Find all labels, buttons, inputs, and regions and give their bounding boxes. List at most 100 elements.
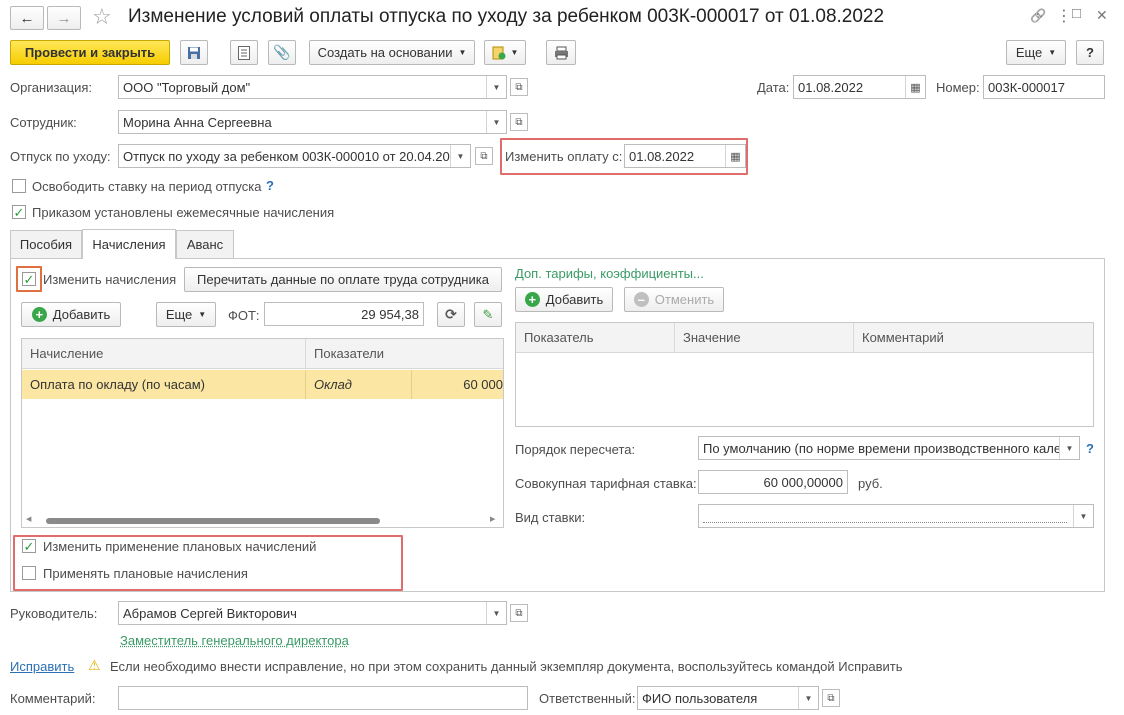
accruals-table-header: Начисление Показатели	[22, 339, 503, 369]
accruals-table: Начисление Показатели Оплата по окладу (…	[21, 338, 504, 528]
refresh-fot-button[interactable]: ⟳	[437, 302, 465, 327]
total-rate-label: Совокупная тарифная ставка:	[515, 476, 697, 491]
forward-icon: →	[56, 9, 72, 27]
row-indicator-cell: Оклад	[306, 370, 412, 399]
print-button[interactable]	[546, 40, 576, 65]
calendar-icon[interactable]: ▦	[725, 145, 745, 167]
horizontal-scrollbar[interactable]: ◀ ▶	[22, 515, 503, 527]
scrollbar-thumb[interactable]	[46, 518, 380, 524]
leave-value: Отпуск по уходу за ребенком 003К-000010 …	[123, 148, 450, 164]
open-organization-button[interactable]: ⧉	[510, 78, 528, 96]
save-button[interactable]	[180, 40, 208, 65]
change-accruals-checkbox[interactable]: ✓	[22, 272, 36, 286]
col-indicator-header[interactable]: Показатель	[516, 323, 675, 352]
document-add-icon	[492, 46, 506, 59]
chevron-down-icon[interactable]: ▼	[1073, 505, 1093, 527]
tab-advance[interactable]: Аванс	[176, 230, 234, 258]
list-button[interactable]	[230, 40, 258, 65]
add-tariff-label: Добавить	[545, 292, 604, 307]
scroll-right-icon[interactable]: ▶	[490, 515, 495, 523]
open-manager-button[interactable]: ⧉	[510, 604, 528, 622]
page-title: Изменение условий оплаты отпуска по уход…	[128, 6, 885, 27]
open-responsible-button[interactable]: ⧉	[822, 689, 840, 707]
chevron-down-icon[interactable]: ▼	[486, 111, 506, 133]
col-indicators-header[interactable]: Показатели	[306, 339, 503, 368]
monthly-accruals-checkbox[interactable]: ✓	[12, 205, 26, 219]
forward-button[interactable]: →	[47, 6, 81, 30]
responsible-field[interactable]: ФИО пользователя ▼	[637, 686, 819, 710]
attach-button[interactable]: 📎	[268, 40, 296, 65]
favorite-star-icon[interactable]: ☆	[92, 4, 112, 30]
employee-label: Сотрудник:	[10, 115, 77, 130]
open-employee-button[interactable]: ⧉	[510, 113, 528, 131]
free-rate-help-icon[interactable]: ?	[266, 178, 274, 193]
table-row[interactable]: Оплата по окладу (по часам) Оклад 60 000	[22, 370, 503, 399]
link-icon[interactable]: 🔗	[1030, 8, 1046, 24]
number-field[interactable]: 003К-000017	[983, 75, 1105, 99]
fot-value: 29 954,38	[361, 306, 419, 322]
open-icon: ⧉	[827, 692, 835, 704]
free-rate-checkbox[interactable]	[12, 179, 26, 193]
col-accrual-header[interactable]: Начисление	[22, 339, 306, 368]
rub-label: руб.	[858, 476, 883, 491]
change-pay-date-field[interactable]: 01.08.2022 ▦	[624, 144, 746, 168]
number-label: Номер:	[936, 80, 980, 95]
help-button[interactable]: ?	[1076, 40, 1104, 65]
reread-payroll-button[interactable]: Перечитать данные по оплате труда сотруд…	[184, 267, 502, 292]
post-and-close-button[interactable]: Провести и закрыть	[10, 40, 170, 65]
edit-fot-button[interactable]: ✎	[474, 302, 502, 327]
row-accrual-cell: Оплата по окладу (по часам)	[22, 370, 306, 399]
date-field[interactable]: 01.08.2022 ▦	[793, 75, 926, 99]
calendar-icon[interactable]: ▦	[905, 76, 925, 98]
chevron-down-icon[interactable]: ▼	[450, 145, 470, 167]
rate-type-label: Вид ставки:	[515, 510, 586, 525]
add-tariff-button[interactable]: + Добавить	[515, 287, 613, 312]
accruals-more-button[interactable]: Еще ▼	[156, 302, 216, 327]
open-icon: ⧉	[515, 81, 523, 93]
recalc-help-icon[interactable]: ?	[1086, 441, 1094, 456]
manager-field[interactable]: Абрамов Сергей Викторович ▼	[118, 601, 507, 625]
recalc-order-field[interactable]: По умолчанию (по норме времени производс…	[698, 436, 1080, 460]
cancel-tariff-label: Отменить	[654, 292, 715, 307]
more-icon[interactable]: ⋮	[1056, 6, 1072, 26]
chevron-down-icon[interactable]: ▼	[1059, 437, 1079, 459]
leave-field[interactable]: Отпуск по уходу за ребенком 003К-000010 …	[118, 144, 471, 168]
back-icon: ←	[19, 9, 35, 27]
apply-plan-accruals-checkbox[interactable]	[22, 566, 36, 580]
tab-accruals[interactable]: Начисления	[82, 229, 176, 259]
organization-field[interactable]: ООО "Торговый дом" ▼	[118, 75, 507, 99]
comment-field[interactable]	[118, 686, 528, 710]
fix-link[interactable]: Исправить	[10, 659, 74, 674]
manager-value: Абрамов Сергей Викторович	[123, 605, 297, 621]
add-accrual-button[interactable]: + Добавить	[21, 302, 121, 327]
fill-button[interactable]: ▼	[484, 40, 526, 65]
scroll-left-icon[interactable]: ◀	[26, 515, 31, 523]
col-comment-header[interactable]: Комментарий	[854, 323, 1093, 352]
cancel-tariff-button[interactable]: – Отменить	[624, 287, 724, 312]
total-rate-field[interactable]: 60 000,00000	[698, 470, 848, 494]
add-icon: +	[524, 292, 540, 307]
change-plan-accruals-checkbox[interactable]: ✓	[22, 539, 36, 553]
extra-tariffs-link[interactable]: Доп. тарифы, коэффициенты...	[515, 266, 704, 281]
monthly-accruals-label: Приказом установлены ежемесячные начисле…	[32, 205, 335, 220]
warning-icon: ⚠	[88, 657, 101, 673]
restore-icon[interactable]: □	[1072, 5, 1081, 22]
more-button[interactable]: Еще ▼	[1006, 40, 1066, 65]
col-value-header[interactable]: Значение	[675, 323, 854, 352]
tab-active-gap	[83, 257, 175, 260]
tab-benefits[interactable]: Пособия	[10, 230, 82, 258]
chevron-down-icon[interactable]: ▼	[798, 687, 818, 709]
change-plan-accruals-label: Изменить применение плановых начислений	[43, 539, 317, 554]
chevron-down-icon[interactable]: ▼	[486, 76, 506, 98]
accruals-more-label: Еще	[165, 307, 193, 322]
employee-field[interactable]: Морина Анна Сергеевна ▼	[118, 110, 507, 134]
rate-type-field[interactable]: ▼	[698, 504, 1094, 528]
create-based-button[interactable]: Создать на основании ▼	[309, 40, 475, 65]
back-button[interactable]: ←	[10, 6, 44, 30]
add-accrual-label: Добавить	[52, 307, 111, 322]
open-leave-button[interactable]: ⧉	[475, 147, 493, 165]
chevron-down-icon: ▼	[458, 48, 467, 57]
chevron-down-icon[interactable]: ▼	[486, 602, 506, 624]
manager-label: Руководитель:	[10, 606, 98, 621]
close-icon[interactable]: ✕	[1096, 7, 1108, 24]
